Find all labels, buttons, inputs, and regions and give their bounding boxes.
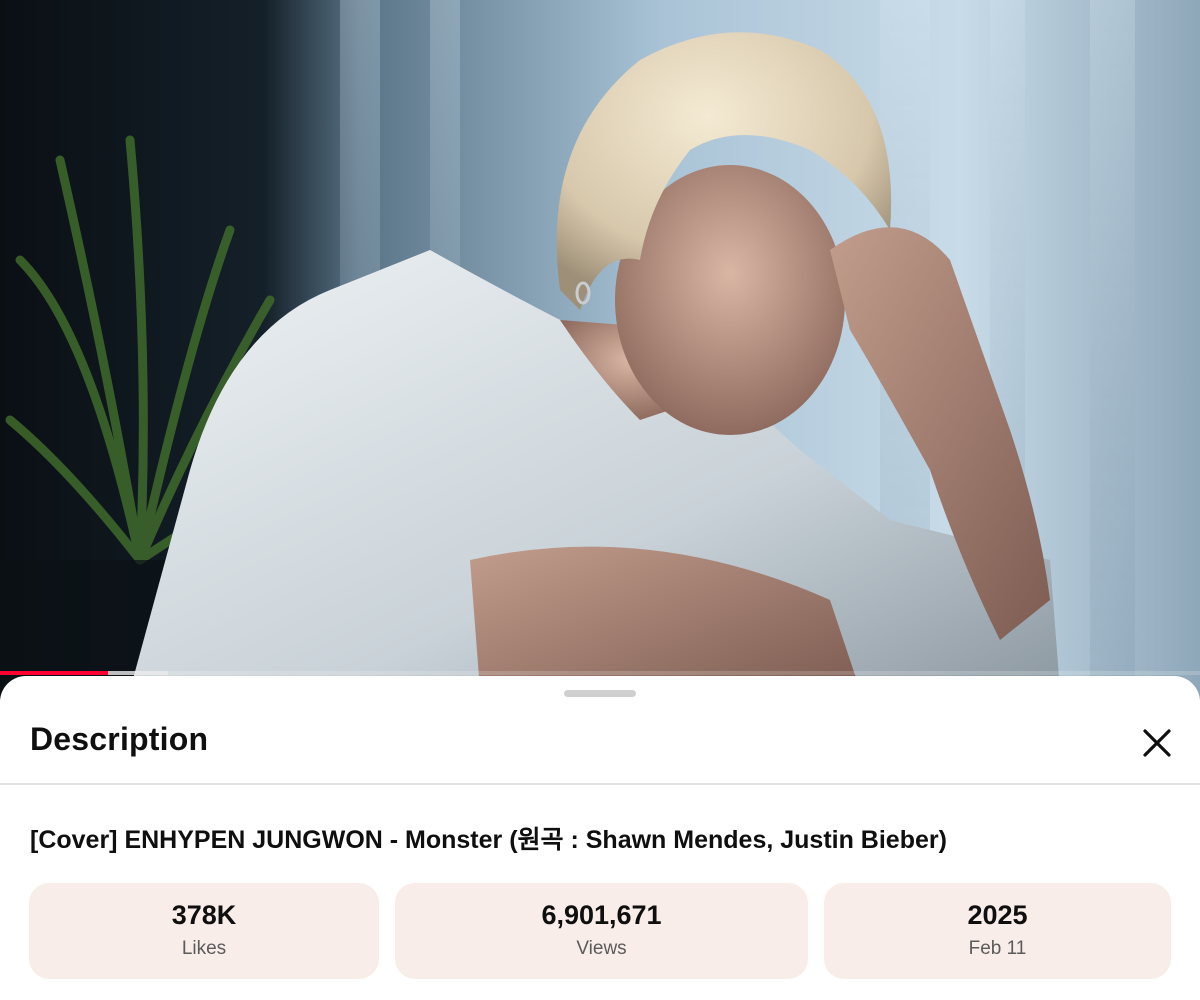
views-label: Views [576, 938, 627, 959]
views-stat: 6,901,671 Views [395, 883, 808, 979]
video-title: [Cover] ENHYPEN JUNGWON - Monster (원곡 : … [30, 826, 947, 854]
likes-stat: 378K Likes [29, 883, 379, 979]
description-sheet: Description [Cover] ENHYPEN JUNGWON - Mo… [0, 676, 1200, 1000]
publish-year: 2025 [967, 900, 1028, 930]
close-button[interactable] [1130, 716, 1184, 770]
date-stat: 2025 Feb 11 [824, 883, 1171, 979]
screen: Description [Cover] ENHYPEN JUNGWON - Mo… [0, 0, 1200, 1000]
views-count: 6,901,671 [541, 900, 662, 930]
video-frame [0, 0, 1200, 700]
close-icon [1143, 729, 1171, 757]
divider [0, 783, 1200, 785]
publish-date: Feb 11 [968, 938, 1027, 959]
progress-bar[interactable] [0, 671, 1200, 675]
progress-played [0, 671, 108, 675]
likes-count: 378K [171, 900, 237, 930]
likes-label: Likes [181, 938, 227, 959]
video-player[interactable] [0, 0, 1200, 700]
drag-handle[interactable] [564, 690, 636, 697]
sheet-title: Description [30, 721, 209, 757]
